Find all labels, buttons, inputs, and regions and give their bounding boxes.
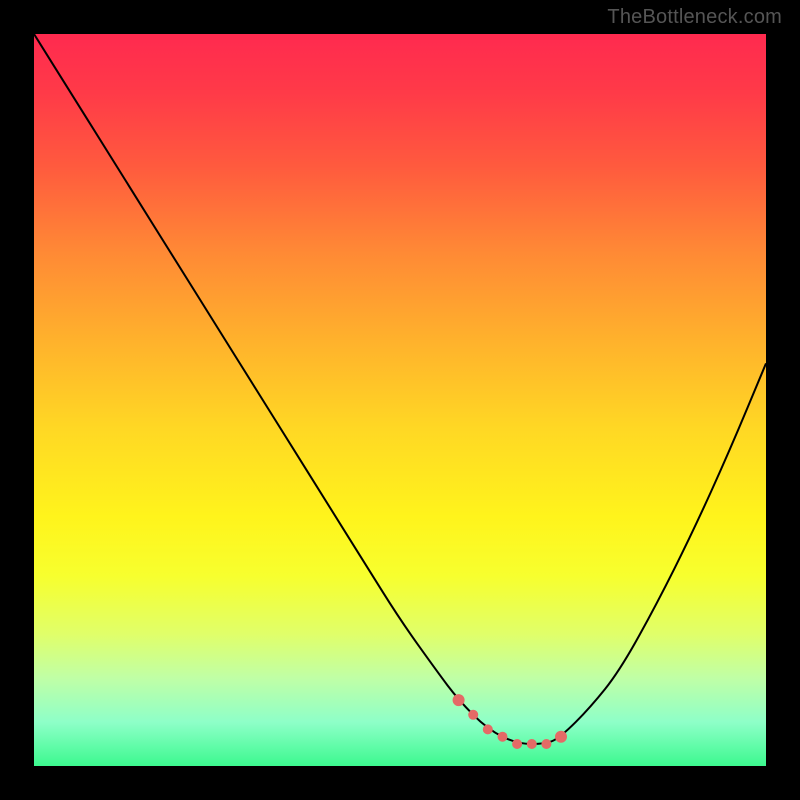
optimal-marker bbox=[468, 710, 478, 720]
optimal-marker bbox=[498, 732, 508, 742]
optimal-marker bbox=[555, 731, 567, 743]
bottleneck-curve-path bbox=[34, 34, 766, 744]
chart-svg bbox=[34, 34, 766, 766]
optimal-marker bbox=[453, 694, 465, 706]
optimal-marker bbox=[541, 739, 551, 749]
plot-area bbox=[34, 34, 766, 766]
optimal-marker bbox=[512, 739, 522, 749]
watermark-text: TheBottleneck.com bbox=[607, 6, 782, 29]
optimal-marker bbox=[483, 724, 493, 734]
optimal-marker bbox=[527, 739, 537, 749]
